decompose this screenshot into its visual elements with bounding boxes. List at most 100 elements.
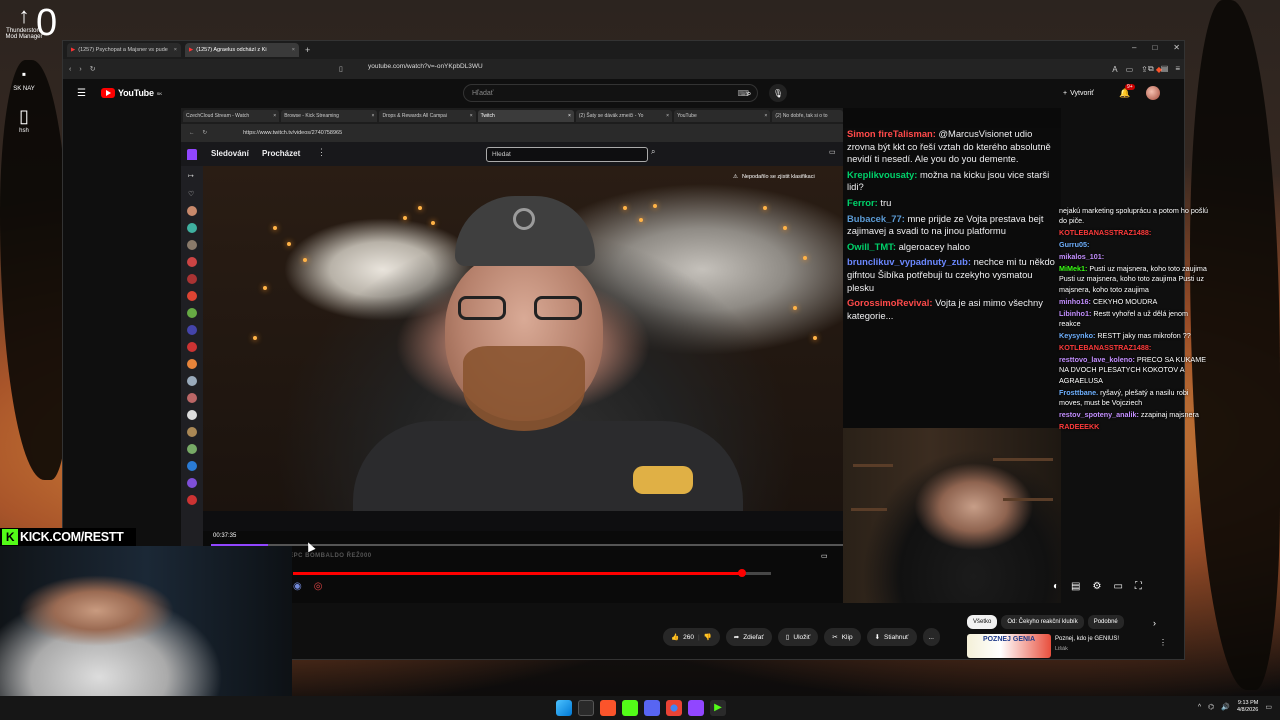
settings-gear-icon[interactable]: ⚙ — [1093, 581, 1102, 592]
chip-channel[interactable]: Od: Čekyho reakční klubík — [1001, 615, 1084, 629]
network-icon[interactable]: ⌬ — [1208, 703, 1214, 711]
collapse-icon: ↦ — [188, 173, 194, 180]
file-explorer-icon[interactable] — [578, 700, 594, 716]
clip-button[interactable]: ✂ Klip — [824, 628, 861, 646]
chat-message: mikalos_101: — [1059, 252, 1209, 262]
close-icon[interactable]: ✕ — [1173, 43, 1180, 52]
url-field[interactable]: youtube.com/watch?v=-onYKpbDL3WU — [368, 63, 483, 70]
channel-avatar — [187, 291, 197, 301]
chat-username[interactable]: RADEEEKK — [1059, 422, 1099, 431]
extension-icons: ⧉ ▤ ≡ — [1148, 64, 1180, 74]
recommended-video[interactable]: POZNEJ GENIA Poznej, kdo je GENIUS! Lišá… — [967, 634, 1167, 658]
translate-icon[interactable]: A — [1112, 65, 1117, 74]
close-tab-icon[interactable]: × — [292, 47, 295, 53]
youtube-logo[interactable]: YouTube SK — [101, 88, 162, 98]
chat-username[interactable]: Ferror: — [847, 197, 878, 208]
more-vert-icon[interactable]: ⋮ — [1159, 638, 1167, 647]
share-button[interactable]: ➦ Zdieľať — [725, 628, 772, 646]
chat-username[interactable]: Simon fireTalisman: — [847, 128, 936, 139]
chip-related[interactable]: Podobné — [1087, 615, 1124, 629]
chat-username[interactable]: Owill_TMT: — [847, 241, 896, 252]
reload-icon: ↻ — [202, 130, 208, 136]
inner-address-bar: ← ↻ https://www.twitch.tv/videos/2740758… — [181, 124, 843, 142]
video-title[interactable]: Poznej, kdo je GENIUS! — [1055, 636, 1119, 642]
chat-username[interactable]: Libinho1: — [1059, 309, 1091, 318]
menu-icon[interactable]: ≡ — [1175, 64, 1180, 74]
notifications-bell-icon[interactable]: 🔔 9+ — [1119, 83, 1135, 99]
heart-icon: ♡ — [188, 191, 195, 198]
youtube-progress-bar[interactable] — [293, 569, 771, 577]
sidebar-icon[interactable]: ▤ — [1161, 64, 1169, 74]
youtube-masthead: ☰ YouTube SK Hľadať ⌨ ⌕ 🎙 + Vytvoriť 🔔 9… — [63, 81, 1184, 105]
notification-icon[interactable]: ▭ — [1265, 703, 1272, 711]
cap-logo — [513, 208, 535, 230]
taskbar: ▶ ^ ⌬ 🔊 9:13 PM 4/8/2026 ▭ — [0, 696, 1280, 720]
maximize-icon[interactable]: □ — [1152, 43, 1157, 52]
browser-tab-1[interactable]: ▶ (1257) Psychopat a Majsner vs pude × — [67, 43, 181, 57]
search-input[interactable]: Hľadať ⌨ — [463, 84, 758, 102]
forward-icon[interactable]: › — [79, 66, 81, 73]
share-icon[interactable]: ⇪ — [1141, 65, 1148, 74]
search-icon[interactable]: ⌕ — [737, 84, 761, 102]
chat-message: Keysynko: RESTT jaky mas mikrofon ?? — [1059, 331, 1209, 341]
create-button[interactable]: + Vytvoriť — [1063, 90, 1094, 97]
brave-browser-icon[interactable] — [600, 700, 616, 716]
chat-username[interactable]: Bubacek_77: — [847, 213, 905, 224]
chat-username[interactable]: KOTLEBANASSTRAZ1488: — [1059, 228, 1151, 237]
minimize-icon[interactable]: – — [1132, 43, 1136, 52]
chat-message: KOTLEBANASSTRAZ1488: — [1059, 228, 1209, 238]
chevron-up-icon[interactable]: ^ — [1198, 704, 1201, 711]
chat-username[interactable]: Frosttbane. — [1059, 388, 1098, 397]
chevron-right-icon[interactable]: › — [1153, 618, 1156, 628]
new-tab-icon[interactable]: + — [305, 45, 310, 55]
channel-avatar — [187, 206, 197, 216]
chat-username[interactable]: resttovo_lave_koleno: — [1059, 355, 1135, 364]
microphone-icon[interactable]: 🎙 — [769, 84, 787, 102]
kick-app-icon[interactable] — [622, 700, 638, 716]
extension-icon[interactable]: ◎ — [314, 581, 323, 592]
windows-start-icon[interactable] — [556, 700, 572, 716]
cast-icon[interactable]: ▭ — [1126, 65, 1134, 74]
browser-tab-2[interactable]: ▶ (1257) Agraelus odchází z Ki × — [185, 43, 299, 57]
twitch-icon[interactable] — [688, 700, 704, 716]
chat-username[interactable]: restov_spoteny_analik: — [1059, 410, 1139, 419]
discord-icon[interactable]: ◉ — [293, 581, 302, 592]
chat-message: KOTLEBANASSTRAZ1488: — [1059, 343, 1209, 353]
subtitles-icon[interactable]: ▤ — [1071, 581, 1080, 592]
more-actions-button[interactable]: ... — [922, 628, 940, 646]
back-icon[interactable]: ‹ — [69, 66, 71, 73]
chat-username[interactable]: Gurru05: — [1059, 240, 1089, 249]
chat-username[interactable]: mikalos_101: — [1059, 252, 1104, 261]
channel-name[interactable]: Lišák — [1055, 646, 1068, 652]
video-thumbnail[interactable]: POZNEJ GENIA — [967, 634, 1051, 658]
chat-username[interactable]: GorossimoRevival: — [847, 297, 932, 308]
miniplayer-icon[interactable]: ▭ — [1113, 581, 1122, 592]
chrome-icon[interactable] — [666, 700, 682, 716]
like-button[interactable]: 👍 260 | 👎 — [663, 628, 720, 646]
reload-icon[interactable]: ↻ — [90, 65, 96, 73]
chat-username[interactable]: MiMek1: — [1059, 264, 1087, 273]
download-button[interactable]: ⬇ Stiahnuť — [866, 628, 917, 646]
thumbs-down-icon[interactable]: 👎 — [704, 633, 712, 641]
fullscreen-icon[interactable]: ⛶ — [1135, 581, 1142, 592]
chat-username[interactable]: minho16: — [1059, 297, 1091, 306]
close-tab-icon[interactable]: × — [174, 47, 177, 53]
desktop-icon-hsh[interactable]: ▯ hsh — [4, 104, 44, 134]
hamburger-menu-icon[interactable]: ☰ — [77, 88, 86, 99]
autoplay-toggle-icon[interactable]: ◐ — [1053, 581, 1059, 592]
desktop-icon-sknay[interactable]: ▪ SK NAY — [4, 62, 44, 92]
video-player[interactable]: CzechCloud Stream - Watch × Browse - Kick… — [181, 108, 1061, 603]
save-button[interactable]: ▯ Uložiť — [777, 628, 819, 646]
bookmark-icon[interactable]: ▯ — [339, 65, 343, 73]
chat-username[interactable]: Keysynko: — [1059, 331, 1095, 340]
chat-username[interactable]: Kreplikvousaty: — [847, 169, 917, 180]
clock[interactable]: 9:13 PM 4/8/2026 — [1237, 700, 1258, 714]
chat-username[interactable]: KOTLEBANASSTRAZ1488: — [1059, 343, 1151, 352]
volume-icon[interactable]: 🔊 — [1221, 703, 1230, 711]
play-app-icon[interactable]: ▶ — [710, 700, 726, 716]
discord-icon[interactable] — [644, 700, 660, 716]
chip-all[interactable]: Všetko — [967, 615, 998, 629]
extensions-icon[interactable]: ⧉ — [1148, 64, 1154, 74]
avatar[interactable] — [1146, 86, 1160, 100]
chat-username[interactable]: brunclikuv_vypadnuty_zub: — [847, 256, 971, 267]
